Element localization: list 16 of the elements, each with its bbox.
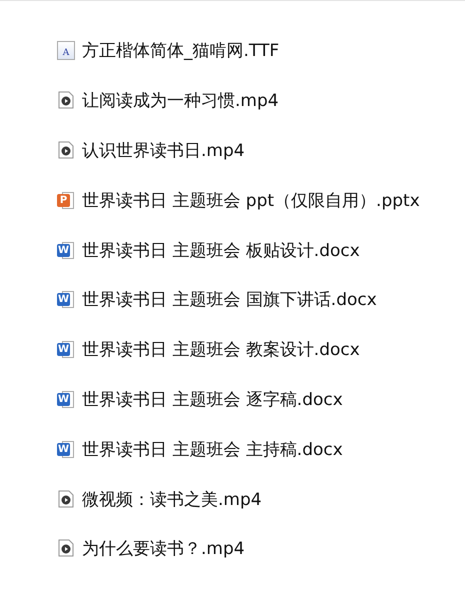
file-name[interactable]: 世界读书日 主题班会 主持稿.docx xyxy=(82,438,343,461)
file-name[interactable]: 世界读书日 主题班会 国旗下讲话.docx xyxy=(82,288,377,312)
file-name[interactable]: 认识世界读书日.mp4 xyxy=(82,138,245,162)
video-file-icon xyxy=(57,539,75,558)
video-file-icon xyxy=(57,91,75,110)
file-name[interactable]: 世界读书日 主题班会 教案设计.docx xyxy=(82,338,360,362)
video-file-icon xyxy=(57,140,75,160)
file-name[interactable]: 微视频：读书之美.mp4 xyxy=(82,488,262,511)
file-name[interactable]: 为什么要读书？.mp4 xyxy=(82,537,245,560)
file-name[interactable]: 方正楷体简体_猫啃网.TTF xyxy=(82,39,280,62)
video-file-icon xyxy=(57,490,75,509)
font-file-icon: A xyxy=(57,41,75,60)
file-name[interactable]: 世界读书日 主题班会 板贴设计.docx xyxy=(82,238,360,262)
file-name[interactable]: 让阅读成为一种习惯.mp4 xyxy=(82,89,279,112)
file-name[interactable]: 世界读书日 主题班会 ppt（仅限自用）.pptx xyxy=(82,188,420,212)
file-name[interactable]: 世界读书日 主题班会 逐字稿.docx xyxy=(82,388,343,411)
